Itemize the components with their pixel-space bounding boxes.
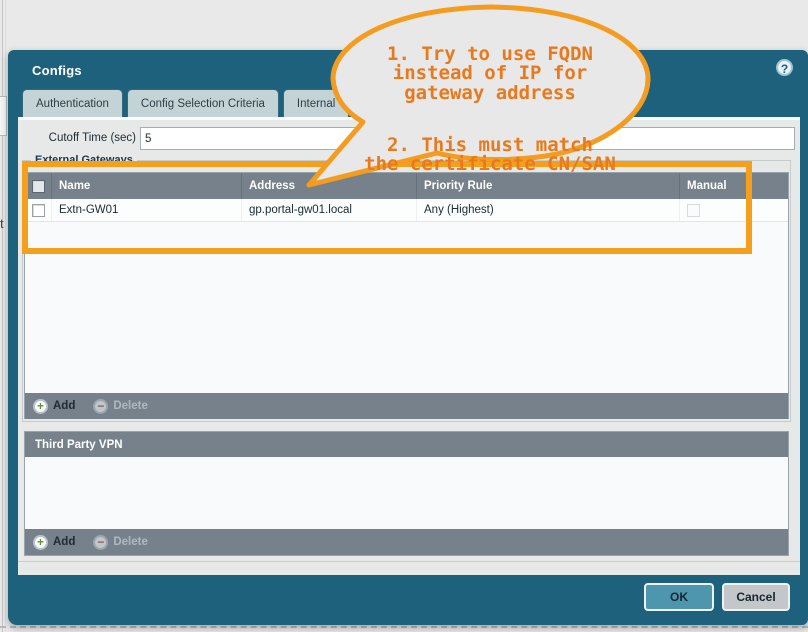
column-header-name: Name bbox=[52, 173, 242, 199]
delete-label: Delete bbox=[113, 400, 148, 412]
gateways-toolbar: + Add − Delete bbox=[25, 393, 788, 419]
header-checkbox-cell bbox=[25, 173, 52, 199]
dialog-title: Configs bbox=[32, 63, 82, 78]
minus-icon: − bbox=[93, 399, 108, 414]
ok-button[interactable]: OK bbox=[644, 583, 714, 611]
column-header-priority-rule: Priority Rule bbox=[417, 173, 680, 199]
configs-dialog: Configs ? Authentication Config Selectio… bbox=[8, 50, 808, 625]
cutoff-time-input[interactable] bbox=[140, 127, 795, 150]
table-header-row: Name Address Priority Rule Manual bbox=[25, 173, 788, 199]
plus-icon: + bbox=[33, 535, 48, 550]
third-party-vpn-table: Third Party VPN + Add − Delete bbox=[24, 431, 789, 556]
add-label: Add bbox=[53, 536, 75, 548]
cell-address: gp.portal-gw01.local bbox=[242, 199, 417, 221]
cell-name: Extn-GW01 bbox=[52, 199, 242, 221]
help-icon[interactable]: ? bbox=[776, 59, 793, 76]
plus-icon: + bbox=[33, 399, 48, 414]
cutoff-time-label: Cutoff Time (sec) bbox=[26, 132, 136, 144]
cancel-button[interactable]: Cancel bbox=[722, 583, 790, 611]
background-clipped-text: t bbox=[0, 216, 4, 231]
third-party-vpn-empty-area bbox=[25, 457, 788, 529]
add-label: Add bbox=[53, 400, 75, 412]
tab-bar: Authentication Config Selection Criteria… bbox=[22, 89, 349, 118]
tab-config-selection-criteria[interactable]: Config Selection Criteria bbox=[127, 89, 279, 118]
manual-checkbox[interactable] bbox=[687, 204, 700, 217]
row-checkbox[interactable] bbox=[32, 204, 45, 217]
third-party-vpn-toolbar: + Add − Delete bbox=[25, 529, 788, 555]
tab-authentication[interactable]: Authentication bbox=[22, 89, 123, 118]
column-header-manual: Manual bbox=[680, 173, 752, 199]
select-all-checkbox[interactable] bbox=[32, 180, 45, 193]
delete-vpn-button[interactable]: − Delete bbox=[93, 535, 148, 550]
column-header-address: Address bbox=[242, 173, 417, 199]
panel-bottom-edge bbox=[18, 561, 800, 562]
row-checkbox-cell bbox=[25, 199, 52, 221]
delete-label: Delete bbox=[113, 536, 148, 548]
background-window-edge bbox=[2, 0, 3, 632]
background-dashed-edge bbox=[0, 626, 808, 628]
table-empty-area bbox=[25, 222, 788, 393]
dialog-content-panel: Cutoff Time (sec) External Gateways Name… bbox=[18, 117, 800, 575]
third-party-vpn-header: Third Party VPN bbox=[25, 432, 788, 457]
background-window-edge-2 bbox=[5, 0, 6, 632]
external-gateways-table: Name Address Priority Rule Manual Extn-G… bbox=[24, 172, 789, 419]
external-gateways-legend: External Gateways bbox=[31, 154, 137, 166]
column-header-spacer bbox=[752, 173, 788, 199]
screen: t Configs ? Authentication Config Select… bbox=[0, 0, 808, 632]
add-vpn-button[interactable]: + Add bbox=[33, 535, 75, 550]
delete-gateway-button[interactable]: − Delete bbox=[93, 399, 148, 414]
minus-icon: − bbox=[93, 535, 108, 550]
background-window-fragment bbox=[0, 96, 7, 136]
tab-internal[interactable]: Internal bbox=[283, 89, 349, 118]
cell-spacer bbox=[752, 199, 788, 221]
cell-manual bbox=[680, 199, 752, 221]
cell-priority-rule: Any (Highest) bbox=[417, 199, 680, 221]
add-gateway-button[interactable]: + Add bbox=[33, 399, 75, 414]
table-row[interactable]: Extn-GW01 gp.portal-gw01.local Any (High… bbox=[25, 199, 788, 222]
